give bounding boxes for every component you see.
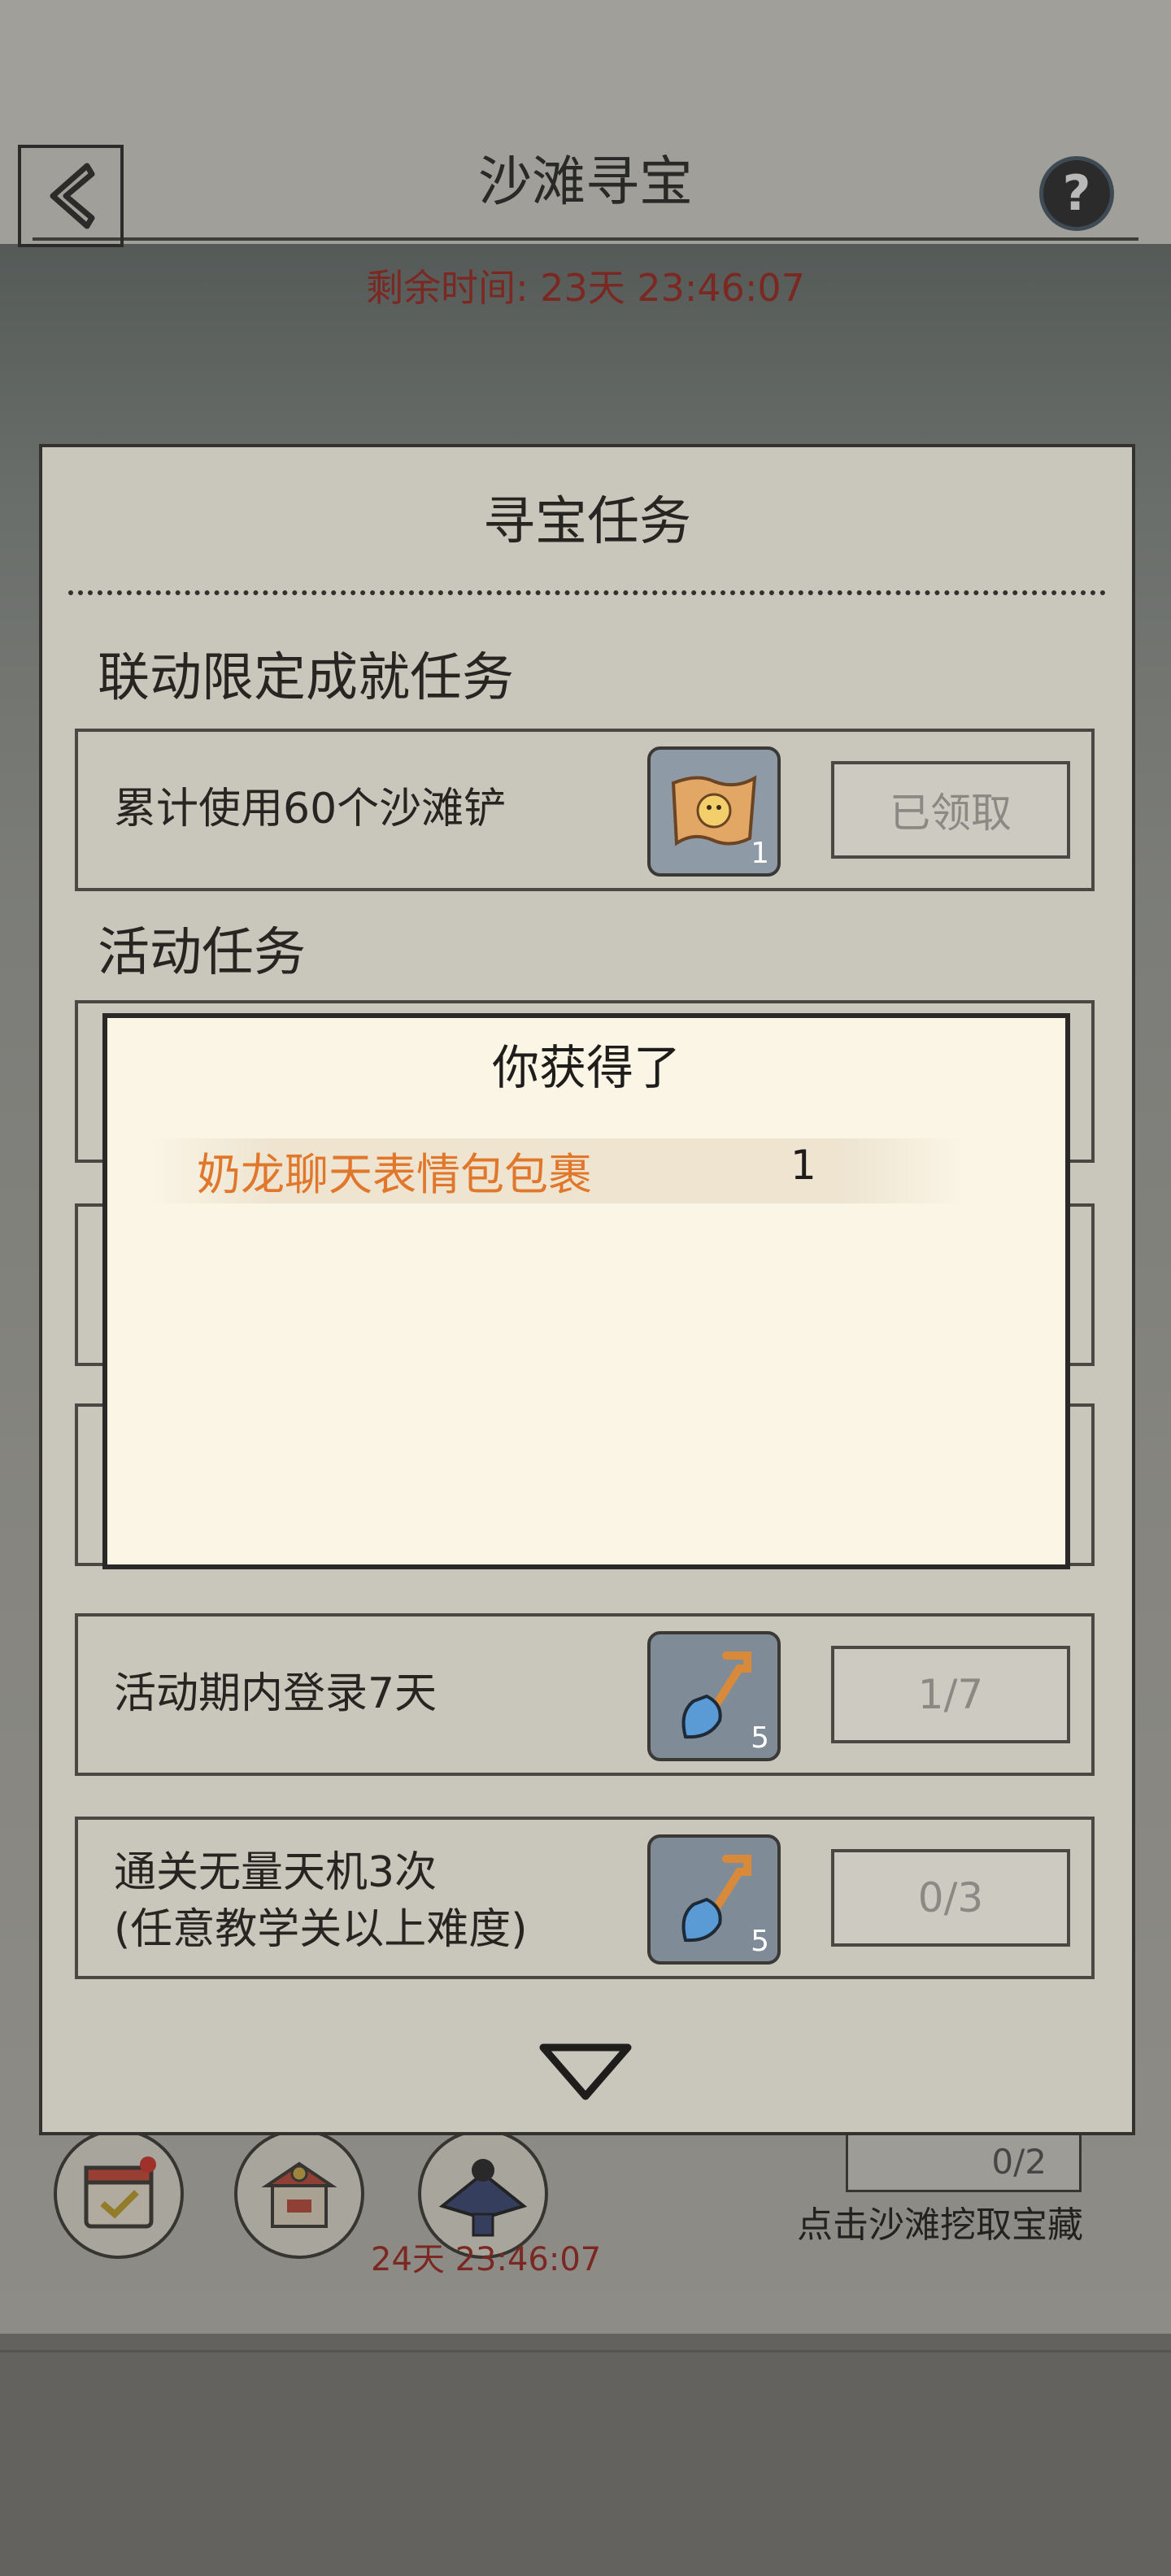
- reward-slot[interactable]: 5: [647, 1631, 781, 1761]
- task-row: 活动期内登录7天 5 1/7: [75, 1613, 1095, 1776]
- reward-slot[interactable]: 1: [647, 746, 781, 877]
- task-row: 通关无量天机3次 (任意教学关以上难度) 5 0/3: [75, 1817, 1095, 1979]
- task-label: 累计使用60个沙滩铲: [114, 785, 507, 833]
- popup-item-name: 奶龙聊天表情包包裹: [197, 1149, 592, 1200]
- task-row: 累计使用60个沙滩铲 1 已领取: [75, 729, 1095, 891]
- task-label: 通关无量天机3次: [114, 1848, 437, 1897]
- task-label: 活动期内登录7天: [114, 1669, 437, 1718]
- popup-item-count: 1: [790, 1142, 816, 1189]
- treasure-map-icon: [671, 775, 757, 846]
- chevron-down-icon: [539, 2043, 632, 2100]
- dotted-divider: [68, 590, 1106, 595]
- section-event-title: 活动任务: [98, 923, 306, 983]
- claimed-status[interactable]: 已领取: [831, 761, 1070, 859]
- shovel-icon: [681, 1651, 751, 1739]
- reward-slot[interactable]: 5: [647, 1834, 781, 1965]
- popup-title: 你获得了: [491, 1040, 681, 1095]
- progress-status: 1/7: [831, 1646, 1070, 1743]
- task-sublabel: (任意教学关以上难度): [114, 1905, 528, 1954]
- reward-count: 1: [751, 837, 769, 870]
- reward-count: 5: [751, 1721, 769, 1755]
- panel-title: 寻宝任务: [483, 492, 691, 552]
- reward-count: 5: [751, 1925, 769, 1958]
- section-limited-title: 联动限定成就任务: [98, 648, 514, 708]
- shovel-icon: [681, 1855, 751, 1943]
- scroll-down-button[interactable]: [537, 2039, 634, 2108]
- progress-status: 0/3: [831, 1849, 1070, 1947]
